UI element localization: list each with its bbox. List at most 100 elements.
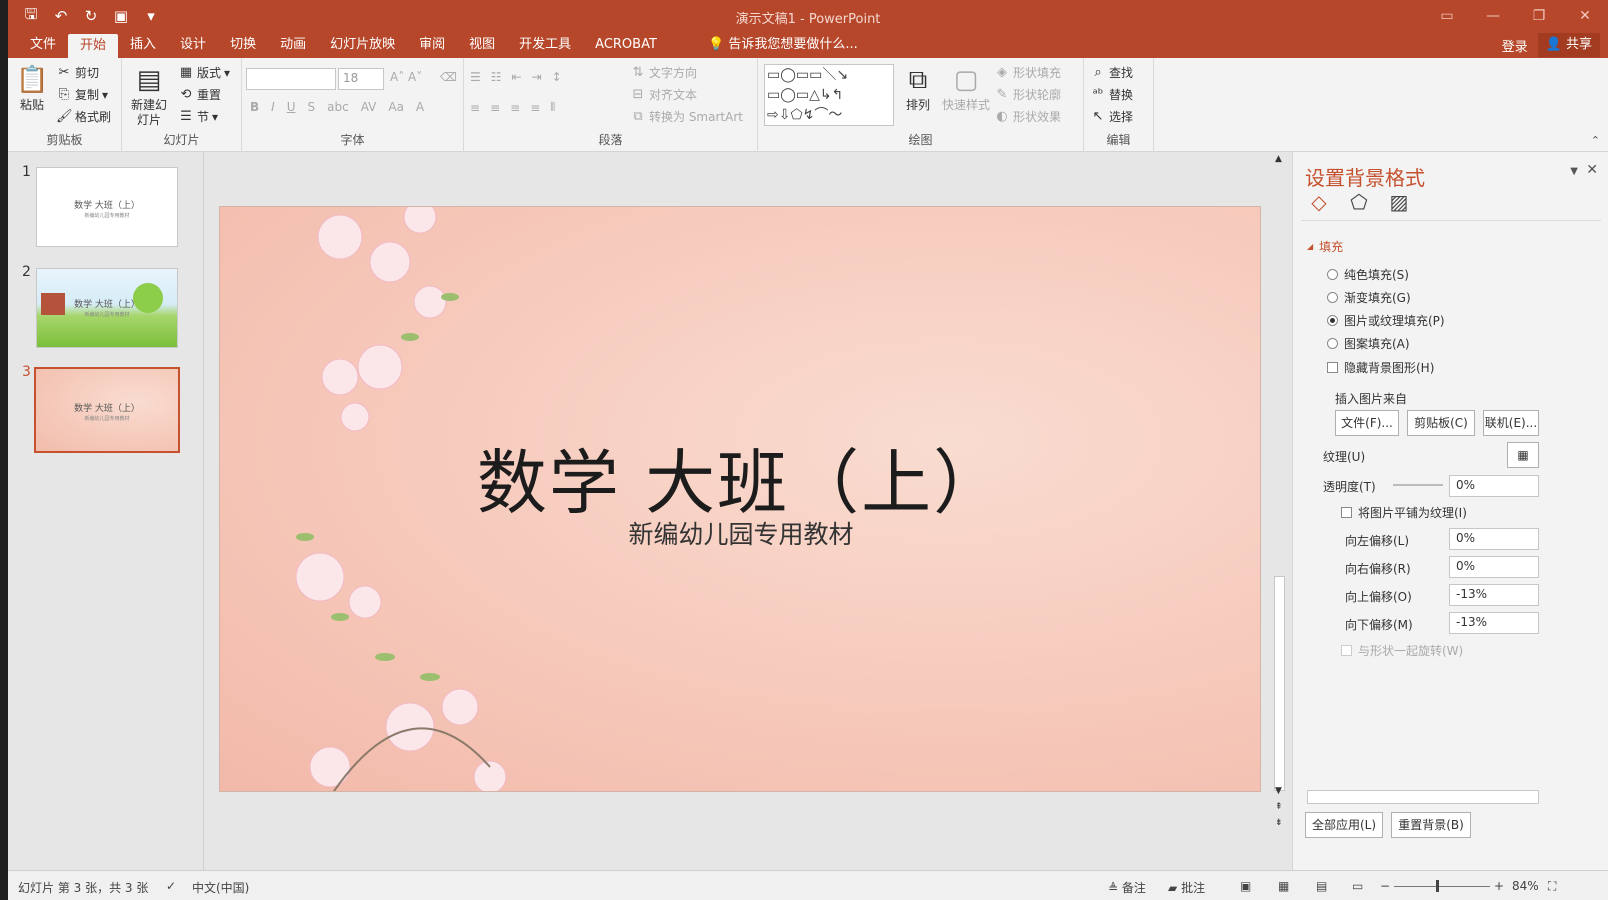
zoom-slider[interactable] <box>1394 886 1490 887</box>
offset-left-input[interactable]: 0% <box>1449 528 1539 550</box>
shapes-gallery[interactable]: ▭◯▭▭＼↘ ▭◯▭△↳↰ ⇨⇩⬠↯⌒〜 <box>764 64 894 126</box>
text-direction-button[interactable]: ⇅ 文字方向 <box>630 64 697 81</box>
char-spacing-icon[interactable]: AV <box>361 100 377 114</box>
tab-animations[interactable]: 动画 <box>268 32 318 58</box>
tab-design[interactable]: 设计 <box>168 32 218 58</box>
scroll-down-icon[interactable]: ▼ <box>1275 786 1282 796</box>
tell-me-search[interactable]: 💡 告诉我您想要做什么... <box>708 32 858 58</box>
offset-right-input[interactable]: 0% <box>1449 556 1539 578</box>
arrange-button[interactable]: ⧉ 排列 <box>898 64 938 113</box>
shape-outline-button[interactable]: ✎ 形状轮廓 <box>994 86 1061 103</box>
file-button[interactable]: 文件(F)... <box>1335 410 1399 436</box>
line-spacing-icon[interactable]: ↕ <box>552 70 562 84</box>
normal-view-icon[interactable]: ▣ <box>1240 879 1251 893</box>
tab-acrobat[interactable]: ACROBAT <box>583 32 669 58</box>
tab-view[interactable]: 视图 <box>457 32 507 58</box>
tile-checkbox[interactable]: 将图片平铺为纹理(I) <box>1341 504 1467 521</box>
texture-picker[interactable]: ▦ <box>1507 442 1539 468</box>
fit-to-window-icon[interactable]: ⛶ <box>1548 879 1556 894</box>
clear-format-icon[interactable]: ⌫ <box>440 70 457 84</box>
apply-to-all-button[interactable]: 全部应用(L) <box>1305 812 1383 838</box>
strikethrough-icon[interactable]: abc <box>327 100 349 114</box>
hide-background-checkbox[interactable]: 隐藏背景图形(H) <box>1327 359 1434 376</box>
new-slide-button[interactable]: ▤ 新建幻灯片 <box>126 64 172 128</box>
layout-button[interactable]: ▦ 版式 ▾ <box>178 64 230 81</box>
login-link[interactable]: 登录 <box>1502 36 1528 55</box>
offset-top-input[interactable]: -13% <box>1449 584 1539 606</box>
share-button[interactable]: 👤 共享 <box>1537 33 1600 57</box>
fill-icon[interactable]: ◇ <box>1305 188 1333 216</box>
next-slide-icon[interactable]: ⇟ <box>1275 818 1283 828</box>
align-center-icon[interactable]: ≡ <box>490 101 500 115</box>
slide-thumbnail-2[interactable]: 数学 大班（上） 新编幼儿园专用教材 <box>36 268 178 348</box>
pane-options-icon[interactable]: ▼ <box>1570 166 1578 177</box>
close-pane-icon[interactable]: ✕ <box>1586 162 1598 178</box>
previous-slide-icon[interactable]: ⇞ <box>1275 802 1283 812</box>
tab-slideshow[interactable]: 幻灯片放映 <box>318 32 407 58</box>
underline-icon[interactable]: U <box>287 100 296 114</box>
section-button[interactable]: ☰ 节 ▾ <box>178 108 218 125</box>
italic-icon[interactable]: I <box>271 100 275 114</box>
copy-button[interactable]: ⎘ 复制 ▾ <box>56 86 108 103</box>
pattern-fill-option[interactable]: 图案填充(A) <box>1327 335 1410 352</box>
select-button[interactable]: ↖ 选择 <box>1090 108 1133 125</box>
reset-button[interactable]: ⟲ 重置 <box>178 86 221 103</box>
shape-effects-button[interactable]: ◐ 形状效果 <box>994 108 1061 125</box>
offset-bottom-input[interactable]: -13% <box>1449 612 1539 634</box>
slide-thumbnail-3[interactable]: 数学 大班（上） 新编幼儿园专用教材 <box>34 367 180 453</box>
tab-developer[interactable]: 开发工具 <box>507 32 583 58</box>
find-button[interactable]: ⌕ 查找 <box>1090 64 1133 81</box>
justify-icon[interactable]: ≡ <box>530 101 540 115</box>
align-text-button[interactable]: ⊟ 对齐文本 <box>630 86 697 103</box>
zoom-slider-thumb[interactable] <box>1436 880 1439 892</box>
comments-button[interactable]: ▰ 批注 <box>1168 879 1205 896</box>
replace-button[interactable]: ᵃᵇ 替换 <box>1090 86 1133 103</box>
font-name-combo[interactable] <box>246 68 336 90</box>
slide-title[interactable]: 数学 大班（上） <box>220 427 1260 528</box>
shape-fill-button[interactable]: ◈ 形状填充 <box>994 64 1061 81</box>
reset-background-button[interactable]: 重置背景(B) <box>1391 812 1471 838</box>
tab-insert[interactable]: 插入 <box>118 32 168 58</box>
close-icon[interactable]: ✕ <box>1562 0 1608 32</box>
restore-icon[interactable]: ❐ <box>1516 0 1562 32</box>
clipboard-button[interactable]: 剪贴板(C) <box>1407 410 1475 436</box>
transparency-slider[interactable] <box>1393 484 1443 486</box>
numbering-icon[interactable]: ☷ <box>491 70 502 84</box>
slide-thumbnail-1[interactable]: 数学 大班（上） 新编幼儿园专用教材 <box>36 167 178 247</box>
tab-review[interactable]: 审阅 <box>407 32 457 58</box>
decrease-indent-icon[interactable]: ⇤ <box>512 70 522 84</box>
fill-section-header[interactable]: ◢ 填充 <box>1307 238 1343 255</box>
solid-fill-option[interactable]: 纯色填充(S) <box>1327 266 1409 283</box>
gradient-fill-option[interactable]: 渐变填充(G) <box>1327 289 1411 306</box>
increase-indent-icon[interactable]: ⇥ <box>532 70 542 84</box>
zoom-out-icon[interactable]: − <box>1380 879 1390 893</box>
smartart-button[interactable]: ⧉ 转换为 SmartArt <box>630 108 743 125</box>
tab-home[interactable]: 开始 <box>68 34 119 58</box>
ribbon-display-icon[interactable]: ▭ <box>1424 0 1470 32</box>
quick-styles-button[interactable]: ▢ 快速样式 <box>938 64 994 113</box>
online-button[interactable]: 联机(E)... <box>1483 410 1539 436</box>
tab-file[interactable]: 文件 <box>18 32 68 58</box>
columns-icon[interactable]: ⫴ <box>550 100 555 115</box>
spellcheck-icon[interactable]: ✓ <box>166 879 176 893</box>
slide-sorter-icon[interactable]: ▦ <box>1278 879 1289 893</box>
scroll-up-icon[interactable]: ▲ <box>1275 154 1282 164</box>
transparency-input[interactable]: 0% <box>1449 475 1539 497</box>
format-painter-button[interactable]: 🖌 格式刷 <box>56 108 111 125</box>
shadow-icon[interactable]: S <box>308 100 316 114</box>
slide-subtitle[interactable]: 新编幼儿园专用教材 <box>220 515 1260 551</box>
picture-fill-option[interactable]: 图片或纹理填充(P) <box>1327 312 1445 329</box>
align-left-icon[interactable]: ≡ <box>470 101 480 115</box>
picture-icon[interactable]: ▨ <box>1385 188 1413 216</box>
collapse-ribbon-icon[interactable]: ⌃ <box>1591 134 1600 147</box>
bullets-icon[interactable]: ☰ <box>470 70 481 84</box>
reading-view-icon[interactable]: ▤ <box>1316 879 1327 893</box>
grow-font-icon[interactable]: A˄ A˅ <box>390 70 422 84</box>
cut-button[interactable]: ✂ 剪切 <box>56 64 99 81</box>
minimize-icon[interactable]: — <box>1470 0 1516 32</box>
effects-icon[interactable]: ⬠ <box>1345 188 1373 216</box>
change-case-icon[interactable]: Aa <box>388 100 404 114</box>
font-color-icon[interactable]: A <box>416 100 424 114</box>
notes-button[interactable]: ≜ 备注 <box>1108 879 1146 896</box>
paste-button[interactable]: 📋 粘贴 <box>16 64 48 113</box>
